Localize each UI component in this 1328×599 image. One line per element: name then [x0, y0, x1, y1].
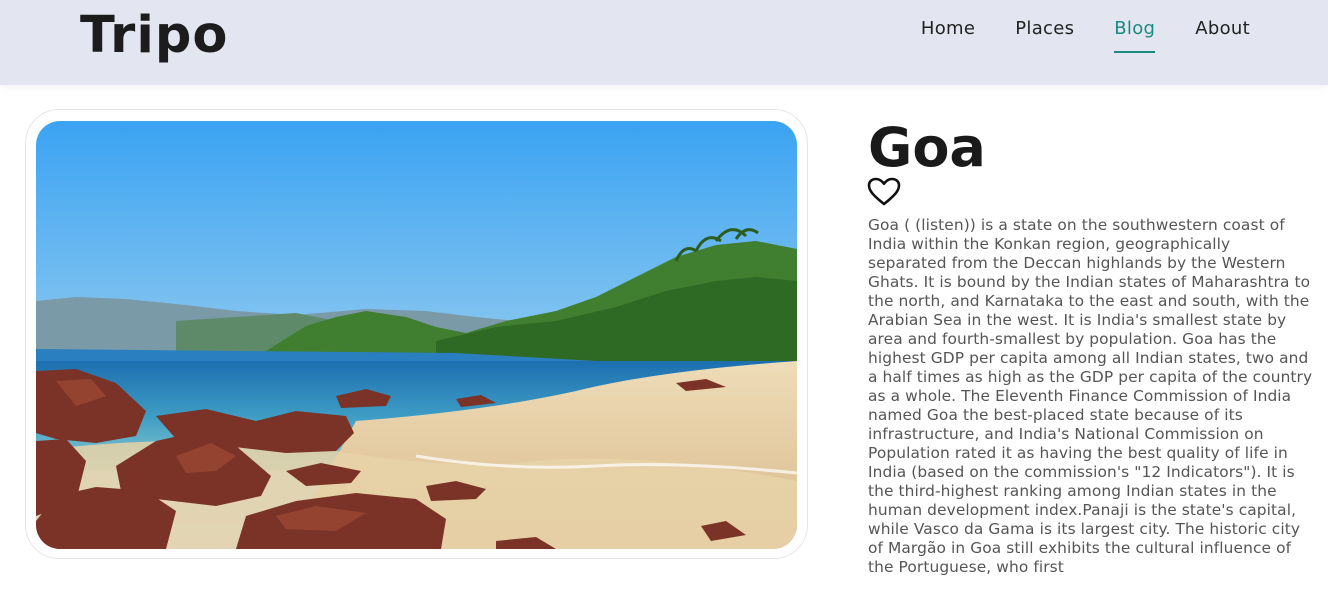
- heart-outline-icon[interactable]: [867, 177, 901, 207]
- place-image-card: [25, 109, 808, 559]
- place-description: Goa ( (listen)) is a state on the southw…: [868, 216, 1313, 576]
- nav-link-about[interactable]: About: [1195, 18, 1250, 40]
- nav-link-places[interactable]: Places: [1015, 18, 1074, 40]
- place-photo: [36, 121, 797, 549]
- nav-link-blog[interactable]: Blog: [1114, 18, 1156, 53]
- nav-menu: Home Places Blog About: [881, 18, 1250, 53]
- site-logo[interactable]: Tripo: [80, 2, 228, 70]
- top-navbar: Tripo Home Places Blog About: [0, 0, 1328, 85]
- nav-link-home[interactable]: Home: [921, 18, 975, 40]
- place-title: Goa: [868, 116, 986, 179]
